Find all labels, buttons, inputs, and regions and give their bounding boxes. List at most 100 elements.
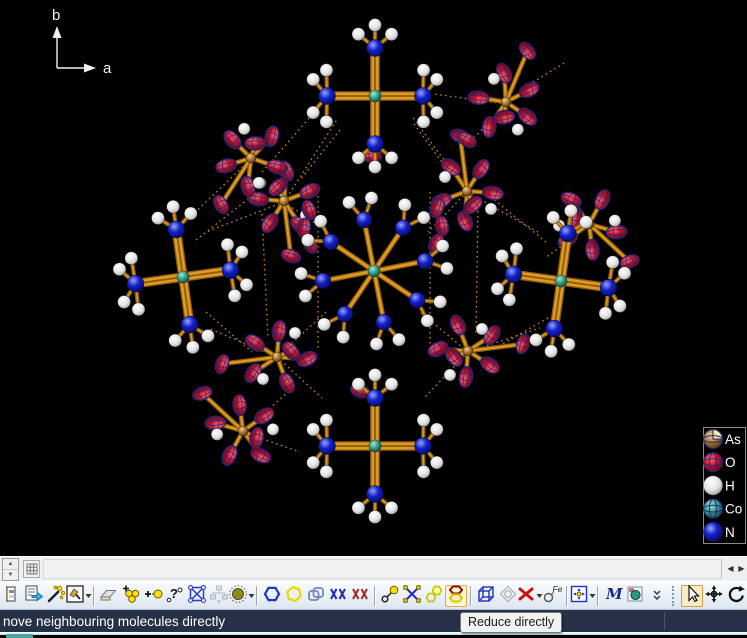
toolbar-atom-style-button[interactable]: [230, 585, 253, 607]
toolbar-stack-rings-button[interactable]: [305, 585, 327, 607]
symmetry-icon: [498, 584, 518, 607]
svg-text:M: M: [605, 585, 623, 603]
edit-cell-box-icon: [187, 584, 207, 607]
dock-row: ▲ ▼ ◀ ▶: [0, 556, 747, 581]
toolbar-assign-element-fe-button[interactable]: Fe: [541, 585, 563, 607]
pack-grow-view-icon: [569, 584, 589, 607]
status-bar: nove neighbouring molecules directly: [0, 610, 747, 632]
toolbar-erase-button[interactable]: [98, 585, 120, 607]
select-mode-icon: [682, 584, 702, 607]
legend-label-N: N: [725, 525, 735, 540]
erase-icon: [99, 584, 119, 607]
build-tools-icon: [65, 584, 85, 607]
axis-b-label: b: [52, 7, 60, 24]
stack-rings-icon: [306, 584, 326, 607]
model-m-icon: M: [603, 584, 623, 607]
dropdown-caret-icon[interactable]: [248, 593, 255, 599]
spin-down-button[interactable]: ▼: [3, 569, 18, 580]
dock-empty-area: [43, 559, 722, 579]
spinner-control: ▲ ▼: [2, 558, 19, 581]
scroll-right-button[interactable]: ▶: [737, 560, 746, 578]
auto-build-wand-icon: [46, 584, 66, 607]
toolbar-pack-grow-view-button[interactable]: [571, 585, 594, 607]
grow-rings-icon: [424, 584, 444, 607]
main-toolbar: ? Fe M: [0, 581, 747, 610]
toolbar-model-m-button[interactable]: M: [602, 585, 624, 607]
toolbar-symmetry-button[interactable]: [497, 585, 519, 607]
molecule-scene[interactable]: ba AsOHCoN: [0, 0, 747, 556]
toolbar-delete-fragment-button[interactable]: [519, 585, 542, 607]
structure-viewport[interactable]: ba AsOHCoN: [0, 0, 747, 556]
toolbar-separator: [597, 586, 599, 606]
axis-a-label: a: [103, 60, 112, 77]
rotate-mode-icon: [726, 584, 746, 607]
toolbar-build-tools-button[interactable]: [67, 585, 90, 607]
toolbar-pan-mode-button[interactable]: [703, 585, 725, 607]
status-divider: [664, 612, 665, 630]
toolbar-ring-blue-button[interactable]: [261, 585, 283, 607]
toolbar-exclude-red-button[interactable]: [349, 585, 371, 607]
delete-fragment-icon: [516, 584, 536, 607]
toolbar-toolbar-overflow-button[interactable]: [646, 585, 668, 607]
spin-up-button[interactable]: ▲: [3, 559, 18, 569]
toolbar-reduce-directly-button[interactable]: [445, 585, 467, 607]
render-style-icon: [625, 584, 645, 607]
toolbar-grow-bond-button[interactable]: [379, 585, 401, 607]
add-atom-icon: [143, 584, 163, 607]
toolbar-query-atom-button[interactable]: ?: [164, 585, 186, 607]
legend-label-O: O: [725, 455, 736, 470]
toolbar-auto-build-wand-button[interactable]: [45, 585, 67, 607]
svg-text:Fe: Fe: [553, 584, 563, 594]
exclude-red-icon: [350, 584, 370, 607]
legend-item-As: As: [704, 430, 742, 449]
toolbar-add-atom-button[interactable]: [142, 585, 164, 607]
dropdown-caret-icon[interactable]: [85, 593, 92, 599]
toolbar-separator: [566, 586, 568, 606]
assign-element-fe-icon: Fe: [542, 584, 562, 607]
toolbar-edit-cell-box-button[interactable]: [186, 585, 208, 607]
toolbar-select-mode-button[interactable]: [681, 585, 703, 607]
crystals-window: ba AsOHCoN ▲ ▼ ◀ ▶ ?FeM nove neighbourin…: [0, 0, 747, 635]
legend-label-Co: Co: [725, 502, 742, 517]
scroll-left-button[interactable]: ◀: [726, 560, 735, 578]
toolbar-exclude-blue-button[interactable]: [327, 585, 349, 607]
exclude-blue-icon: [328, 584, 348, 607]
legend-item-H: H: [704, 476, 735, 495]
reduce-directly-icon: [446, 584, 466, 607]
legend-item-N: N: [704, 522, 735, 541]
svg-text:?: ?: [170, 586, 178, 601]
legend-label-As: As: [725, 432, 741, 447]
toolbar-rotate-mode-button[interactable]: [725, 585, 747, 607]
status-text: nove neighbouring molecules directly: [0, 614, 225, 629]
grid-view-button[interactable]: [23, 560, 40, 578]
toolbar-separator: [470, 586, 472, 606]
pan-mode-icon: [704, 584, 724, 607]
model-partial-icon: [6, 584, 18, 607]
toolbar-add-atom-group-button[interactable]: [120, 585, 142, 607]
tree-view-icon: [209, 584, 229, 607]
unit-cell-icon: [476, 584, 496, 607]
legend-label-H: H: [725, 478, 735, 493]
add-atom-group-icon: [121, 584, 141, 607]
tooltip: Reduce directly: [460, 612, 562, 633]
atom-style-icon: [228, 584, 248, 607]
toolbar-separator: [374, 586, 376, 606]
toolbar-model-partial-button[interactable]: [1, 585, 23, 607]
legend-item-O: O: [704, 453, 736, 472]
toolbar-grow-rings-button[interactable]: [423, 585, 445, 607]
toolbar-render-style-button[interactable]: [624, 585, 646, 607]
edit-model-icon: [24, 584, 44, 607]
toolbar-separator: [256, 586, 258, 606]
expand-contacts-icon: [402, 584, 422, 607]
toolbar-unit-cell-button[interactable]: [475, 585, 497, 607]
toolbar-tree-view-button[interactable]: [208, 585, 230, 607]
toolbar-expand-contacts-button[interactable]: [401, 585, 423, 607]
toolbar-ring-yellow-button[interactable]: [283, 585, 305, 607]
grow-bond-icon: [380, 584, 400, 607]
axis-indicator: ba: [52, 7, 112, 77]
toolbar-edit-model-button[interactable]: [23, 585, 45, 607]
toolbar-grip: [672, 586, 677, 606]
ring-yellow-icon: [284, 584, 304, 607]
dropdown-caret-icon[interactable]: [589, 593, 596, 599]
toolbar-overflow-icon: [651, 584, 663, 607]
